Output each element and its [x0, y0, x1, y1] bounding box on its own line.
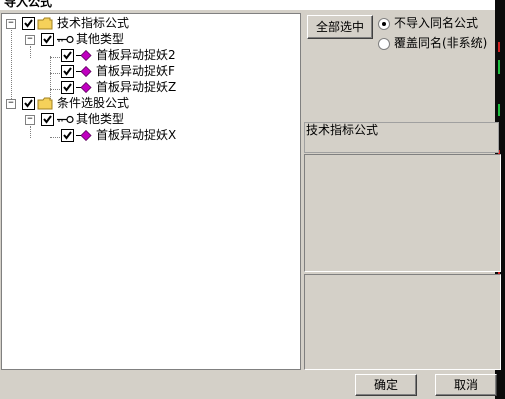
tree-node-root[interactable]: − 技术指标公式	[2, 16, 292, 32]
tree-node-label: 技术指标公式	[57, 16, 130, 30]
tree-node-label: 首板异动捉妖X	[96, 128, 177, 142]
tree-node-checkbox[interactable]	[61, 81, 74, 94]
tree-node-root[interactable]: − 条件选股公式	[2, 96, 292, 112]
title-bar: 导入公式	[0, 0, 495, 10]
key-icon	[57, 35, 74, 44]
tree-node-label: 首板异动捉妖F	[96, 64, 175, 78]
tree-node-checkbox[interactable]	[22, 17, 35, 30]
cancel-button[interactable]: 取消	[435, 374, 497, 396]
collapse-toggle-icon[interactable]: −	[6, 19, 16, 29]
tree-node-checkbox[interactable]	[22, 97, 35, 110]
tree-node-label: 其他类型	[76, 112, 125, 126]
folder-icon	[37, 97, 53, 110]
checkmark-icon	[63, 67, 72, 76]
formula-diamond-icon	[76, 82, 92, 93]
edge-marker	[498, 42, 500, 52]
collapse-toggle-icon[interactable]: −	[25, 115, 35, 125]
checkmark-icon	[43, 35, 52, 44]
collapse-toggle-icon[interactable]: −	[25, 35, 35, 45]
window-title: 导入公式	[4, 0, 53, 9]
tree-node-formula[interactable]: 首板异动捉妖Z	[2, 80, 292, 96]
tree-node-checkbox[interactable]	[61, 129, 74, 142]
tree-node-label: 其他类型	[76, 32, 125, 46]
checkmark-icon	[63, 83, 72, 92]
tree-node-label: 首板异动捉妖Z	[96, 80, 177, 94]
radio-button[interactable]	[378, 38, 390, 50]
tree-node-checkbox[interactable]	[61, 49, 74, 62]
formula-type-text: 技术指标公式	[306, 123, 379, 137]
formula-diamond-icon	[76, 66, 92, 77]
tree-node-formula[interactable]: 首板异动捉妖F	[2, 64, 292, 80]
option-label: 覆盖同名(非系统)	[394, 36, 488, 50]
tree-node-category[interactable]: − 其他类型	[2, 112, 292, 128]
option-label: 不导入同名公式	[394, 16, 479, 30]
checkmark-icon	[24, 99, 33, 108]
tree-node-formula[interactable]: 首板异动捉妖2	[2, 48, 292, 64]
edge-marker	[498, 104, 500, 116]
folder-icon	[37, 17, 53, 30]
tree-node-label: 首板异动捉妖2	[96, 48, 176, 62]
tree-node-checkbox[interactable]	[41, 33, 54, 46]
key-icon	[57, 115, 74, 124]
radio-button[interactable]	[378, 18, 390, 30]
formula-diamond-icon	[76, 50, 92, 61]
option-overwrite-same[interactable]: 覆盖同名(非系统)	[378, 36, 493, 52]
tree-node-category[interactable]: − 其他类型	[2, 32, 292, 48]
tree-node-checkbox[interactable]	[61, 65, 74, 78]
details-panel	[304, 274, 501, 370]
ok-button[interactable]: 确定	[355, 374, 417, 396]
option-no-import-same[interactable]: 不导入同名公式	[378, 16, 493, 32]
tree-node-formula[interactable]: 首板异动捉妖X	[2, 128, 292, 144]
edge-marker	[498, 60, 500, 74]
tree-node-label: 条件选股公式	[57, 96, 130, 110]
tree-node-checkbox[interactable]	[41, 113, 54, 126]
checkmark-icon	[43, 115, 52, 124]
checkmark-icon	[63, 131, 72, 140]
formula-type-label: 技术指标公式	[304, 122, 499, 153]
description-panel	[304, 154, 501, 272]
checkmark-icon	[24, 19, 33, 28]
checkmark-icon	[63, 51, 72, 60]
select-all-button[interactable]: 全部选中	[307, 15, 373, 39]
collapse-toggle-icon[interactable]: −	[6, 99, 16, 109]
formula-diamond-icon	[76, 130, 92, 141]
formula-tree[interactable]: − 技术指标公式 − 其他类型 首板异动捉妖2 首板异动捉妖F 首板异动捉妖Z …	[1, 13, 301, 370]
radio-selected-dot	[382, 22, 386, 26]
